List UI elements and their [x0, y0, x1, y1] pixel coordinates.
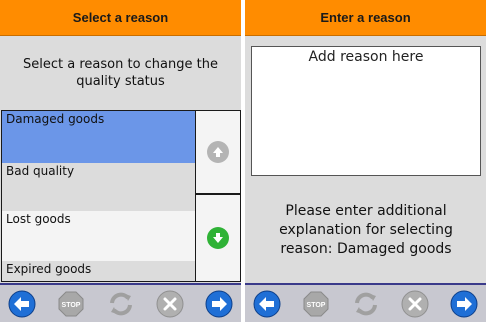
reason-item-bad-quality[interactable]: Bad quality [2, 163, 195, 215]
next-button[interactable] [450, 290, 478, 318]
stop-button[interactable]: STOP [302, 290, 330, 318]
back-button[interactable] [8, 290, 36, 318]
refresh-icon [110, 292, 132, 316]
reason-item-lost-goods[interactable]: Lost goods [2, 211, 195, 263]
next-button[interactable] [205, 290, 233, 318]
reason-item-damaged-goods[interactable]: Damaged goods [2, 111, 195, 163]
arrow-up-icon [207, 141, 229, 163]
back-icon [8, 290, 36, 318]
next-icon [450, 290, 478, 318]
reason-list: Damaged goods Bad quality Lost goods Exp… [1, 110, 195, 282]
enter-reason-header: Enter a reason [245, 0, 486, 36]
reason-input-placeholder: Add reason here [308, 49, 424, 65]
left-toolbar: STOP [0, 283, 241, 322]
right-toolbar: STOP [245, 283, 486, 322]
cancel-icon [401, 290, 429, 318]
scroll-up-button[interactable] [196, 111, 240, 195]
select-reason-header: Select a reason [0, 0, 241, 36]
stop-icon: STOP [58, 291, 84, 317]
enter-reason-panel: Enter a reason Add reason here Please en… [245, 0, 486, 322]
cancel-button[interactable] [401, 290, 429, 318]
cancel-icon [156, 290, 184, 318]
reason-text-input[interactable]: Add reason here [251, 46, 481, 176]
stop-label: STOP [307, 302, 326, 309]
refresh-icon [355, 292, 377, 316]
arrow-down-icon [207, 227, 229, 249]
cancel-button[interactable] [156, 290, 184, 318]
stop-icon: STOP [303, 291, 329, 317]
refresh-button[interactable] [352, 290, 380, 318]
scroll-down-button[interactable] [196, 195, 240, 281]
back-icon [253, 290, 281, 318]
explain-line-1: Please enter additional [285, 203, 447, 219]
prompt-line-1: Select a reason to change the [23, 57, 218, 72]
next-icon [205, 290, 233, 318]
select-reason-panel: Select a reason Select a reason to chang… [0, 0, 241, 322]
stop-label: STOP [62, 302, 81, 309]
stop-button[interactable]: STOP [57, 290, 85, 318]
list-scroll-controls [195, 110, 241, 282]
prompt-line-2: quality status [76, 74, 165, 89]
explain-line-2: explanation for selecting [279, 222, 453, 238]
back-button[interactable] [253, 290, 281, 318]
reason-item-expired-goods[interactable]: Expired goods [2, 261, 195, 281]
explain-line-3: reason: Damaged goods [280, 241, 452, 257]
reason-explanation-text: Please enter additional explanation for … [255, 202, 477, 259]
select-reason-prompt: Select a reason to change the quality st… [6, 56, 235, 90]
refresh-button[interactable] [107, 290, 135, 318]
